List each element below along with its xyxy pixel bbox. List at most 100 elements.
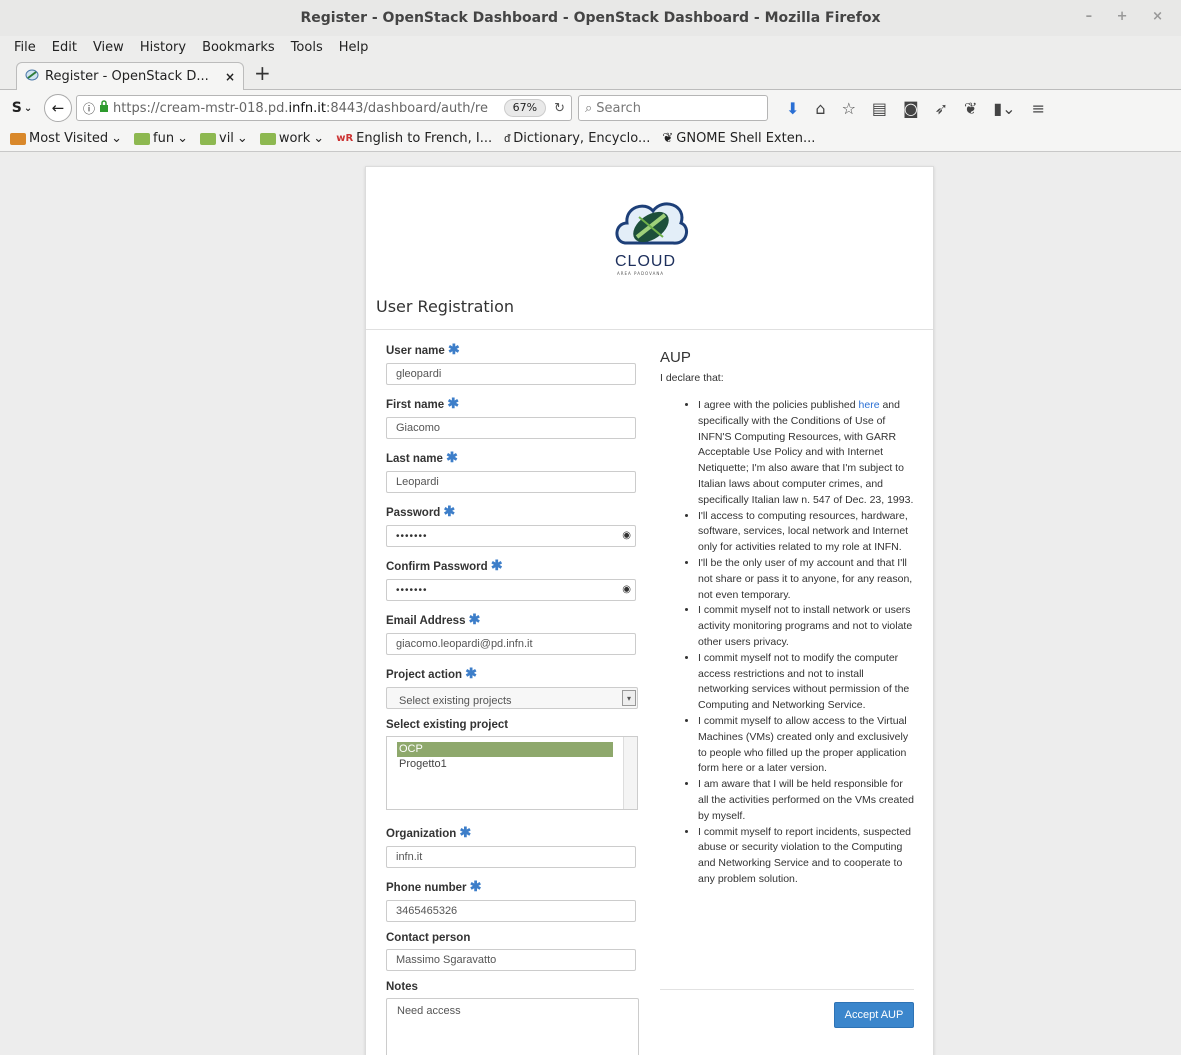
bookmark-gnome-shell[interactable]: ❦ GNOME Shell Exten...	[658, 131, 819, 146]
organization-input[interactable]: infn.it	[386, 846, 636, 868]
menu-help[interactable]: Help	[331, 40, 377, 55]
menu-tools[interactable]: Tools	[283, 40, 331, 55]
info-icon[interactable]: ⓘ	[83, 100, 95, 117]
lock-icon	[99, 100, 109, 116]
bookmark-dictionary[interactable]: ᵭ Dictionary, Encyclo...	[500, 131, 654, 146]
pocket-icon[interactable]: ◙	[903, 99, 919, 118]
aup-divider	[660, 989, 914, 990]
url-prefix: https://cream-mstr-018.pd.	[113, 100, 289, 116]
required-icon: ✱	[469, 878, 482, 894]
dropdown-arrow-icon[interactable]: ▾	[622, 690, 636, 706]
confirm-password-label: Confirm Password ✱	[386, 557, 503, 573]
aup-intro: I declare that:	[660, 372, 724, 384]
bookmarks-toolbar: Most Visited ⌄ fun ⌄ vil ⌄ work ⌄ wR Engl…	[0, 126, 1181, 152]
dictionary-icon: ᵭ	[504, 132, 511, 145]
extension-icon[interactable]: ❦	[964, 99, 977, 118]
page-title: User Registration	[376, 297, 515, 316]
clipboard-icon[interactable]: ▮⌄	[993, 99, 1015, 118]
back-button[interactable]: ←	[44, 94, 72, 122]
registration-panel: CLOUD AREA PADOVANA User Registration Us…	[365, 166, 934, 1055]
download-icon[interactable]: ⬇	[786, 99, 799, 118]
reload-icon[interactable]: ↻	[554, 101, 565, 116]
aup-item: I agree with the policies published here…	[698, 398, 914, 509]
organization-label: Organization ✱	[386, 824, 472, 840]
navigation-toolbar: S ⌄ ← ⓘ https://cream-mstr-018.pd.infn.i…	[0, 90, 1181, 126]
folder-icon	[259, 132, 276, 145]
password-value: •••••••	[396, 530, 428, 542]
project-action-select[interactable]: Select existing projects ▾	[386, 687, 638, 709]
aup-list: I agree with the policies published here…	[660, 398, 914, 888]
s-account-icon: S	[11, 100, 22, 116]
menu-bookmarks[interactable]: Bookmarks	[194, 40, 283, 55]
bookmark-wordreference[interactable]: wR English to French, I...	[332, 131, 496, 146]
toolbar-icons: ⬇ ⌂ ☆ ▤ ◙ ➶ ❦ ▮⌄ ≡	[786, 99, 1045, 118]
aup-item: I commit myself not to install network o…	[698, 603, 914, 650]
logo-subtext: AREA PADOVANA	[617, 271, 665, 276]
first-name-input[interactable]: Giacomo	[386, 417, 636, 439]
username-input[interactable]: gleopardi	[386, 363, 636, 385]
new-tab-button[interactable]: +	[254, 61, 271, 85]
username-label: User name ✱	[386, 341, 460, 357]
listbox-scrollbar[interactable]	[623, 737, 637, 809]
project-option-progetto1[interactable]: Progetto1	[397, 757, 627, 772]
menu-view[interactable]: View	[85, 40, 132, 55]
window-titlebar: Register - OpenStack Dashboard - OpenSta…	[0, 0, 1181, 36]
first-name-label: First name ✱	[386, 395, 460, 411]
home-icon[interactable]: ⌂	[815, 99, 825, 118]
notes-label: Notes	[386, 981, 418, 993]
hamburger-menu-icon[interactable]: ≡	[1032, 99, 1045, 118]
select-project-label: Select existing project	[386, 719, 509, 731]
notes-textarea[interactable]: Need access	[386, 998, 639, 1055]
confirm-password-value: •••••••	[396, 584, 428, 596]
last-name-input[interactable]: Leopardi	[386, 471, 636, 493]
bookmark-most-visited[interactable]: Most Visited ⌄	[6, 131, 126, 146]
most-visited-icon	[10, 132, 26, 145]
send-icon[interactable]: ➶	[935, 99, 948, 118]
last-name-group: Last name ✱ Leopardi	[386, 449, 638, 493]
tab-close-icon[interactable]: ×	[225, 70, 235, 84]
bookmark-folder-fun[interactable]: fun ⌄	[130, 131, 192, 146]
project-action-label: Project action ✱	[386, 665, 477, 681]
phone-input[interactable]: 3465465326	[386, 900, 636, 922]
page-favicon-icon	[25, 68, 39, 86]
menu-edit[interactable]: Edit	[44, 40, 85, 55]
password-input[interactable]: ••••••• ◉	[386, 525, 636, 547]
required-icon: ✱	[465, 665, 477, 681]
bookmark-star-icon[interactable]: ☆	[842, 99, 856, 118]
required-icon: ✱	[443, 503, 456, 519]
aup-section: AUP I declare that: I agree with the pol…	[660, 349, 914, 888]
policies-link[interactable]: here	[859, 399, 880, 411]
window-controls[interactable]: – + ×	[1086, 9, 1173, 24]
eye-icon[interactable]: ◉	[622, 530, 631, 541]
sync-account-button[interactable]: S ⌄	[6, 95, 38, 121]
heading-divider	[366, 329, 933, 330]
required-icon: ✱	[447, 395, 460, 411]
organization-group: Organization ✱ infn.it	[386, 824, 638, 868]
reading-list-icon[interactable]: ▤	[872, 99, 887, 118]
project-listbox[interactable]: OCP Progetto1	[386, 736, 638, 810]
chevron-down-icon: ⌄	[23, 102, 33, 114]
aup-item: I am aware that I will be held responsib…	[698, 777, 914, 824]
required-icon: ✱	[448, 341, 460, 357]
phone-label: Phone number ✱	[386, 878, 482, 894]
required-icon: ✱	[459, 824, 472, 840]
first-name-group: First name ✱ Giacomo	[386, 395, 638, 439]
accept-aup-button[interactable]: Accept AUP	[834, 1002, 914, 1028]
search-bar[interactable]: ⌕ Search	[578, 95, 768, 121]
eye-icon[interactable]: ◉	[622, 584, 631, 595]
tab-register[interactable]: Register - OpenStack D... ×	[16, 62, 244, 90]
zoom-level-badge[interactable]: 67%	[503, 99, 547, 117]
url-bar[interactable]: ⓘ https://cream-mstr-018.pd.infn.it:8443…	[76, 95, 572, 121]
email-label: Email Address ✱	[386, 611, 481, 627]
confirm-password-group: Confirm Password ✱ ••••••• ◉	[386, 557, 638, 601]
contact-input[interactable]: Massimo Sgaravatto	[386, 949, 636, 971]
bookmark-folder-work[interactable]: work ⌄	[256, 131, 328, 146]
menu-history[interactable]: History	[132, 40, 194, 55]
confirm-password-input[interactable]: ••••••• ◉	[386, 579, 636, 601]
bookmark-folder-vil[interactable]: vil ⌄	[196, 131, 252, 146]
contact-group: Contact person Massimo Sgaravatto	[386, 932, 638, 971]
email-input[interactable]: giacomo.leopardi@pd.infn.it	[386, 633, 636, 655]
project-option-ocp[interactable]: OCP	[397, 742, 613, 757]
password-group: Password ✱ ••••••• ◉	[386, 503, 638, 547]
menu-file[interactable]: File	[6, 40, 44, 55]
